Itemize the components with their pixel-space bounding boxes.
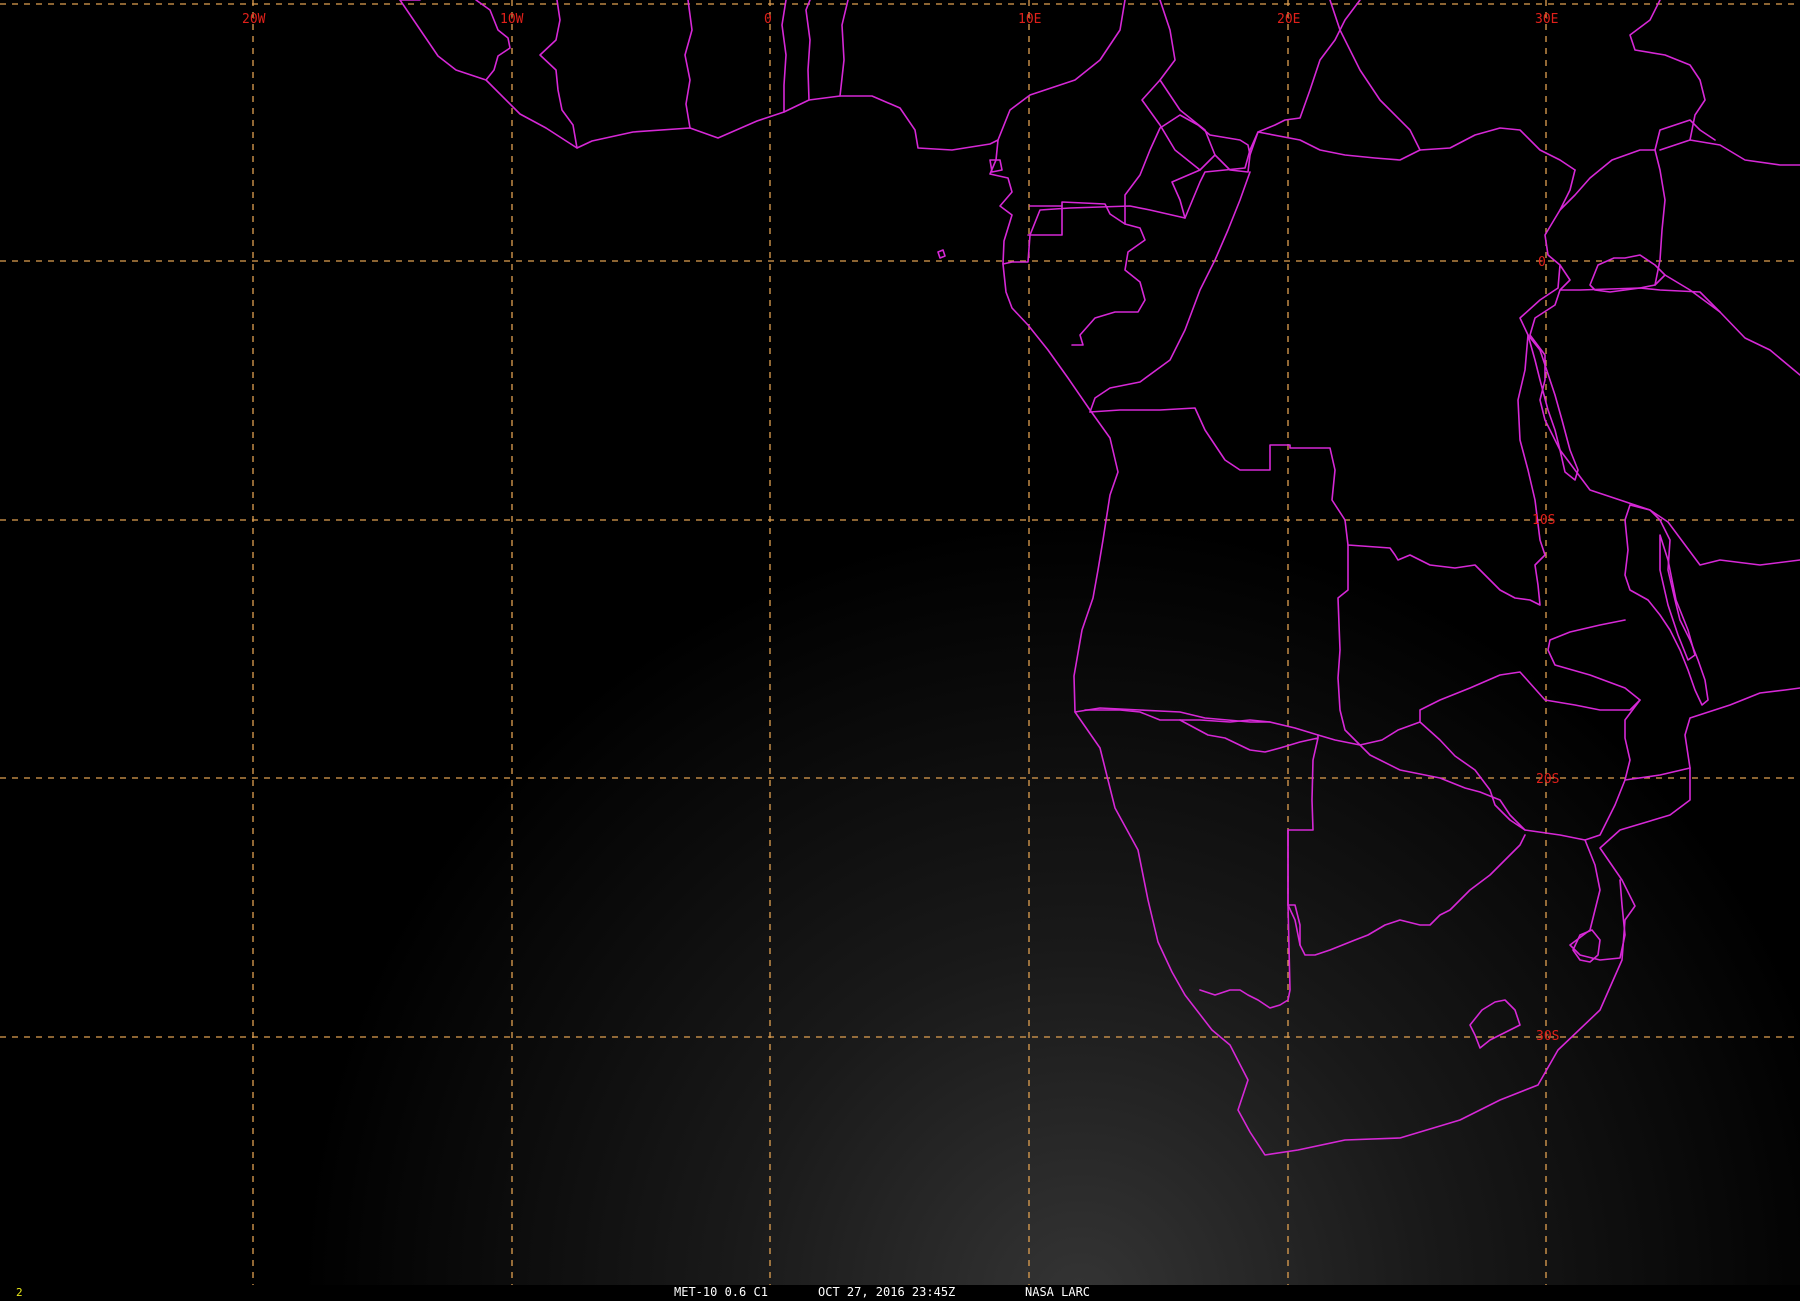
data-source: NASA LARC (1025, 1285, 1091, 1299)
label-lat-30s: 30S (1536, 1029, 1559, 1044)
label-lon-20w: 20W (242, 12, 266, 27)
label-lon-0: 0 (764, 12, 772, 27)
frame-number: 2 (16, 1286, 23, 1299)
image-datetime: OCT 27, 2016 23:45Z (818, 1285, 956, 1299)
label-lon-10e: 10E (1018, 12, 1041, 27)
label-lon-20e: 20E (1277, 12, 1300, 27)
sunlight-glow (0, 0, 1800, 1300)
label-lat-10s: 10S (1532, 513, 1555, 528)
label-lon-10w: 10W (500, 12, 524, 27)
satellite-map[interactable]: 20W 10W 0 10E 20E 30E 0 10S 20S 30S (0, 0, 1800, 1300)
label-lon-30e: 30E (1535, 12, 1558, 27)
satellite-channel: MET-10 0.6 C1 (674, 1285, 768, 1299)
label-lat-0: 0 (1538, 255, 1546, 270)
status-bar: 2 MET-10 0.6 C1 OCT 27, 2016 23:45Z NASA… (0, 1285, 1800, 1300)
label-lat-20s: 20S (1536, 772, 1559, 787)
